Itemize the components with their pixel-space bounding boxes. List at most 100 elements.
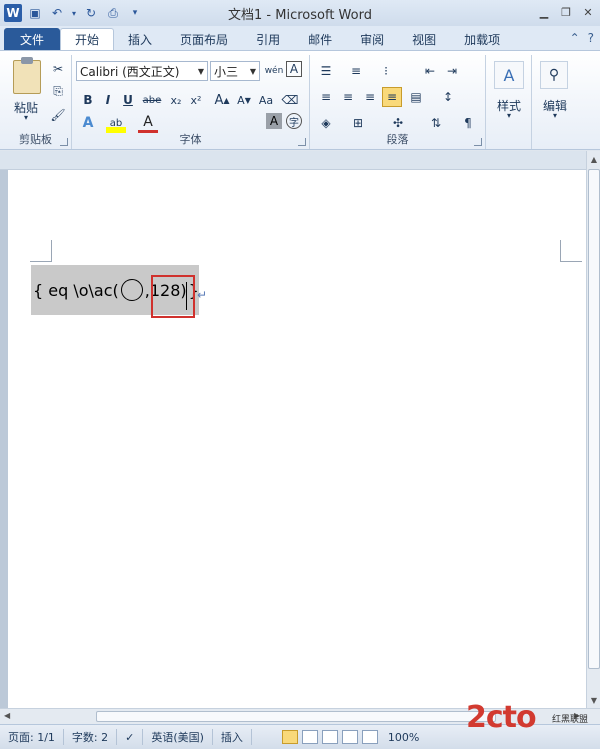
margin-corner-top-right <box>560 240 582 262</box>
show-marks-icon[interactable]: ¶ <box>458 113 478 133</box>
shading-icon[interactable]: ◈ <box>316 113 336 133</box>
draft-view-icon[interactable] <box>361 730 378 744</box>
tab-view[interactable]: 视图 <box>398 28 450 50</box>
status-words[interactable]: 字数: 2 <box>64 729 118 745</box>
highlight-icon[interactable]: ab <box>106 113 126 133</box>
redo-icon[interactable]: ↻ <box>82 4 100 22</box>
watermark-logo: 2cto <box>466 700 537 735</box>
clipboard-launcher-icon[interactable] <box>60 138 68 146</box>
tab-addins[interactable]: 加载项 <box>450 28 514 50</box>
borders-icon[interactable]: ⊞ <box>348 113 368 133</box>
close-icon[interactable]: ✕ <box>580 4 596 20</box>
status-page[interactable]: 页面: 1/1 <box>0 729 64 745</box>
text-effects-icon[interactable]: A <box>78 113 98 133</box>
tab-file[interactable]: 文件 <box>4 28 61 50</box>
format-painter-icon[interactable]: 🖌 <box>48 105 68 125</box>
character-border-button[interactable]: A <box>286 61 302 77</box>
vertical-scrollbar[interactable]: ▲ ▼ <box>586 151 600 708</box>
font-name-combo[interactable]: Calibri (西文正文) ▼ <box>76 61 208 81</box>
paste-dropdown-icon[interactable]: ▾ <box>6 113 46 122</box>
status-language[interactable]: 英语(美国) <box>143 729 213 745</box>
paragraph-launcher-icon[interactable] <box>474 138 482 146</box>
multilevel-list-icon[interactable]: ⁝ <box>376 61 396 81</box>
customize-qat-icon[interactable]: ▾ <box>126 4 144 22</box>
asian-layout-icon[interactable]: ✣ <box>388 113 408 133</box>
outline-view-icon[interactable] <box>341 730 358 744</box>
find-icon[interactable]: ⚲ <box>540 61 568 89</box>
collapse-ribbon-icon[interactable]: ⌃ <box>570 31 580 45</box>
tab-review[interactable]: 审阅 <box>346 28 398 50</box>
tab-references[interactable]: 引用 <box>242 28 294 50</box>
tab-page-layout[interactable]: 页面布局 <box>166 28 242 50</box>
print-layout-view-icon[interactable] <box>281 730 298 744</box>
print-preview-icon[interactable]: ⎙ <box>104 4 122 22</box>
tab-home[interactable]: 开始 <box>60 28 115 50</box>
clear-format-icon[interactable]: ⌫ <box>280 90 300 110</box>
underline-button[interactable]: U <box>118 90 138 110</box>
help-icon[interactable]: ? <box>588 31 594 45</box>
text-caret <box>186 282 187 310</box>
save-icon[interactable]: ▣ <box>26 4 44 22</box>
cut-icon[interactable]: ✂ <box>48 59 68 79</box>
editing-group: ⚲ 编辑 ▾ <box>532 55 576 149</box>
copy-icon[interactable]: ⎘ <box>48 81 68 101</box>
increase-indent-icon[interactable]: ⇥ <box>442 61 462 81</box>
full-screen-view-icon[interactable] <box>301 730 318 744</box>
minimize-icon[interactable]: ▁ <box>536 4 552 20</box>
window-controls: ▁ ❐ ✕ <box>536 4 596 20</box>
font-launcher-icon[interactable] <box>298 138 306 146</box>
char-shading-button[interactable]: A <box>266 113 282 129</box>
paste-button[interactable] <box>10 57 44 97</box>
document-page[interactable] <box>8 170 586 708</box>
font-name-value: Calibri (西文正文) <box>80 64 180 79</box>
bold-button[interactable]: B <box>78 90 98 110</box>
align-right-icon[interactable]: ≡ <box>360 87 380 107</box>
clipboard-group: 粘贴 ▾ ✂ ⎘ 🖌 剪贴板 <box>0 55 72 149</box>
subscript-button[interactable]: x₂ <box>166 90 186 110</box>
paragraph-group: ☰ ≡ ⁝ ⇤ ⇥ ≡ ≡ ≡ ≡ ▤ ↕ ◈ ⊞ ✣ ⇅ ¶ 段落 <box>310 55 486 149</box>
undo-icon[interactable]: ↶ <box>48 4 66 22</box>
restore-icon[interactable]: ❐ <box>558 4 574 20</box>
shrink-font-button[interactable]: A ▼ <box>234 90 254 110</box>
styles-dropdown-icon[interactable]: ▾ <box>488 111 530 120</box>
ruler-band <box>0 151 586 170</box>
justify-icon[interactable]: ≡ <box>382 87 402 107</box>
spellcheck-icon[interactable]: ✓ <box>117 729 144 745</box>
distributed-icon[interactable]: ▤ <box>406 87 426 107</box>
italic-button[interactable]: I <box>98 90 118 110</box>
status-mode[interactable]: 插入 <box>213 729 252 745</box>
scroll-down-icon[interactable]: ▼ <box>587 692 600 708</box>
font-size-combo[interactable]: 小三 ▼ <box>210 61 260 81</box>
styles-button[interactable]: A <box>494 61 524 89</box>
strikethrough-button[interactable]: abe <box>142 90 162 110</box>
line-spacing-icon[interactable]: ↕ <box>438 87 458 107</box>
phonetic-guide-button[interactable]: wén <box>264 61 284 81</box>
font-color-icon[interactable]: A <box>138 113 158 133</box>
editing-dropdown-icon[interactable]: ▾ <box>534 111 576 120</box>
enclose-characters-button[interactable]: 字 <box>286 113 302 129</box>
styles-group: A 样式 ▾ <box>486 55 532 149</box>
align-left-icon[interactable]: ≡ <box>316 87 336 107</box>
horizontal-scroll-thumb[interactable] <box>96 711 496 722</box>
scroll-left-icon[interactable]: ◀ <box>4 711 10 720</box>
change-case-button[interactable]: Aa <box>256 90 276 110</box>
tab-mailings[interactable]: 邮件 <box>294 28 346 50</box>
tab-insert[interactable]: 插入 <box>114 28 166 50</box>
align-center-icon[interactable]: ≡ <box>338 87 358 107</box>
bullets-icon[interactable]: ☰ <box>316 61 336 81</box>
scroll-up-icon[interactable]: ▲ <box>587 151 600 167</box>
numbering-icon[interactable]: ≡ <box>346 61 366 81</box>
field-prefix: { eq \o\ac( <box>33 280 119 300</box>
superscript-button[interactable]: x² <box>186 90 206 110</box>
undo-dropdown-icon[interactable]: ▾ <box>70 4 78 22</box>
chevron-down-icon[interactable]: ▼ <box>195 67 207 76</box>
web-layout-view-icon[interactable] <box>321 730 338 744</box>
chevron-down-icon[interactable]: ▼ <box>247 67 259 76</box>
grow-font-button[interactable]: A ▲ <box>212 90 232 110</box>
sort-icon[interactable]: ⇅ <box>426 113 446 133</box>
word-logo-icon[interactable]: W <box>4 4 22 22</box>
zoom-level[interactable]: 100% <box>380 731 419 744</box>
title-bar: W ▣ ↶ ▾ ↻ ⎙ ▾ 文档1 - Microsoft Word ▁ ❐ ✕ <box>0 0 600 26</box>
decrease-indent-icon[interactable]: ⇤ <box>420 61 440 81</box>
vertical-scroll-thumb[interactable] <box>588 169 600 669</box>
